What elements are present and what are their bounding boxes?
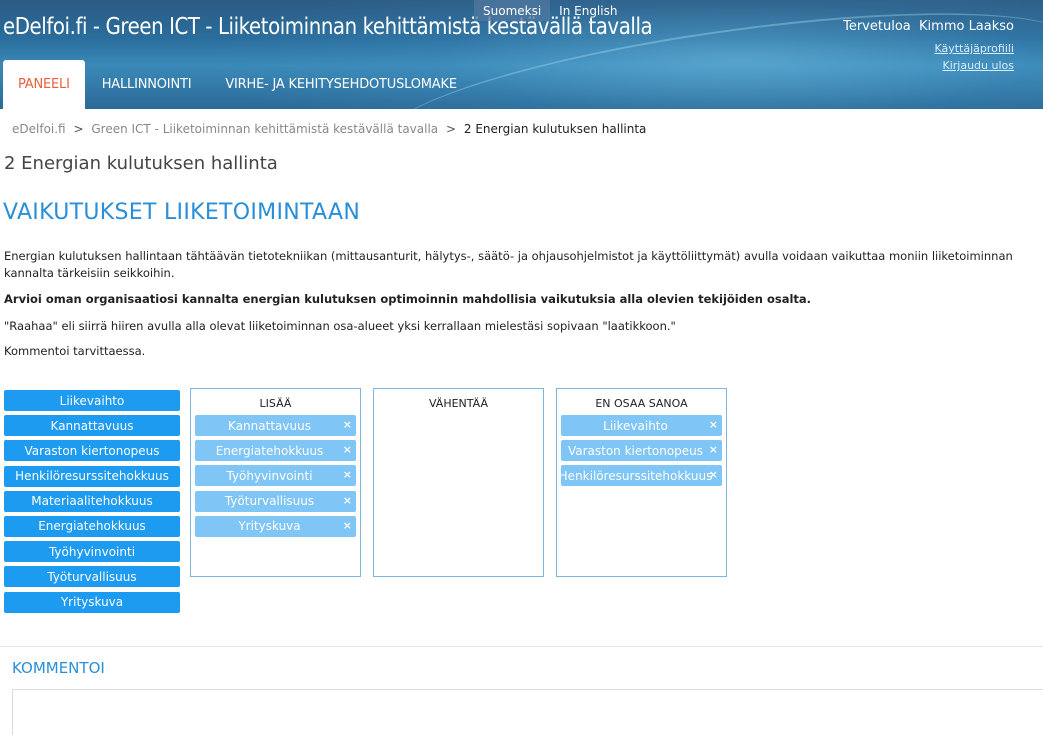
placed-item[interactable]: Varaston kiertonopeus × [561,440,722,462]
placed-item[interactable]: Energiatehokkuus × [195,440,356,462]
placed-item-label: Yrityskuva [238,519,301,534]
placed-item-label: Energiatehokkuus [215,443,324,458]
comment-hint-text: Kommentoi tarvittaessa. [4,344,146,358]
remove-icon[interactable]: × [343,494,352,507]
source-item-liikevaihto[interactable]: Liikevaihto [4,390,180,411]
nav-tab-paneeli[interactable]: PANEELI [3,60,85,109]
user-area: Tervetuloa Kimmo Laakso Käyttäjäprofiili… [843,19,1014,72]
box-title: EN OSAA SANOA [595,397,688,410]
box-title: LISÄÄ [259,397,292,410]
breadcrumb-current: 2 Energian kulutuksen hallinta [463,122,647,136]
comment-textarea[interactable] [12,689,1043,735]
placed-item-label: Henkilöresurssitehokkuus [558,468,713,483]
section-title: VAIKUTUKSET LIIKETOIMINTAAN [3,200,361,225]
source-item-varaston-kiertonopeus[interactable]: Varaston kiertonopeus [4,440,180,462]
intro-text: Energian kulutuksen hallintaan tähtäävän… [4,249,1013,280]
placed-item-label: Varaston kiertonopeus [567,443,704,458]
placed-item[interactable]: Kannattavuus × [195,415,356,436]
box-title: VÄHENTÄÄ [428,397,489,410]
user-name: Kimmo Laakso [919,19,1014,34]
remove-icon[interactable]: × [709,468,718,481]
language-bar: Suomeksi In English [474,0,626,21]
nav-tab-hallinnointi[interactable]: HALLINNOINTI [85,60,209,109]
placed-item-label: Työhyvinvointi [226,468,313,483]
placed-item-label: Työturvallisuus [224,494,315,509]
source-item-list: Liikevaihto Kannattavuus Varaston kierto… [4,390,180,617]
breadcrumb: eDelfoi.fi > Green ICT - Liiketoiminnan … [12,122,646,136]
site-header: eDelfoi.fi - Green ICT - Liiketoiminnan … [0,0,1043,109]
remove-icon[interactable]: × [343,418,352,431]
remove-icon[interactable]: × [709,443,718,456]
lang-english[interactable]: In English [550,0,626,21]
drop-box-vahentaa[interactable]: VÄHENTÄÄ [373,388,544,577]
welcome-label: Tervetuloa [843,19,911,34]
welcome-text: Tervetuloa Kimmo Laakso [843,19,1014,34]
placed-item-label: Kannattavuus [228,418,311,433]
main-nav: PANEELI HALLINNOINTI VIRHE- JA KEHITYSEH… [0,60,474,109]
drop-box-lisaa[interactable]: LISÄÄ Kannattavuus × Energiatehokkuus × Ty… [190,388,361,577]
page-title: 2 Energian kulutuksen hallinta [4,153,278,174]
remove-icon[interactable]: × [343,443,352,456]
lang-finnish[interactable]: Suomeksi [474,0,551,21]
breadcrumb-panel[interactable]: Green ICT - Liiketoiminnan kehittämistä … [91,122,438,136]
comment-title: KOMMENTOI [12,659,105,677]
source-item-henkiloresurssitehokkuus[interactable]: Henkilöresurssitehokkuus [4,465,180,487]
source-item-kannattavuus[interactable]: Kannattavuus [4,415,180,437]
source-item-yrityskuva[interactable]: Yrityskuva [4,591,180,613]
drop-box-en-osaa-sanoa[interactable]: EN OSAA SANOA Liikevaihto × Varaston kier… [556,388,727,577]
profile-link[interactable]: Käyttäjäprofiili [843,42,1014,55]
source-item-tyohyvinvointi[interactable]: Työhyvinvointi [4,541,180,563]
breadcrumb-separator: > [73,122,84,136]
comment-panel: KOMMENTOI [0,646,1043,735]
placed-item-label: Liikevaihto [603,418,668,433]
nav-tab-feedback-form[interactable]: VIRHE- JA KEHITYSEHDOTUSLOMAKE [208,60,474,109]
drag-hint-text: "Raahaa" eli siirrä hiiren avulla alla o… [4,319,676,333]
placed-item[interactable]: Yrityskuva × [195,515,356,537]
remove-icon[interactable]: × [343,519,352,532]
instruction-text: Arvioi oman organisaatiosi kannalta ener… [4,292,812,306]
placed-item[interactable]: Liikevaihto × [561,415,722,436]
source-item-materiaalitehokkuus[interactable]: Materiaalitehokkuus [4,490,180,512]
breadcrumb-separator: > [445,122,457,136]
source-item-tyoturvallisuus[interactable]: Työturvallisuus [4,566,180,588]
placed-item[interactable]: Työhyvinvointi × [195,465,356,487]
placed-item[interactable]: Työturvallisuus × [195,490,356,512]
placed-item[interactable]: Henkilöresurssitehokkuus × [558,465,722,487]
remove-icon[interactable]: × [343,468,352,481]
logout-link[interactable]: Kirjaudu ulos [843,59,1015,72]
breadcrumb-home[interactable]: eDelfoi.fi [12,122,66,136]
source-item-energiatehokkuus[interactable]: Energiatehokkuus [4,515,180,537]
remove-icon[interactable]: × [709,418,718,431]
